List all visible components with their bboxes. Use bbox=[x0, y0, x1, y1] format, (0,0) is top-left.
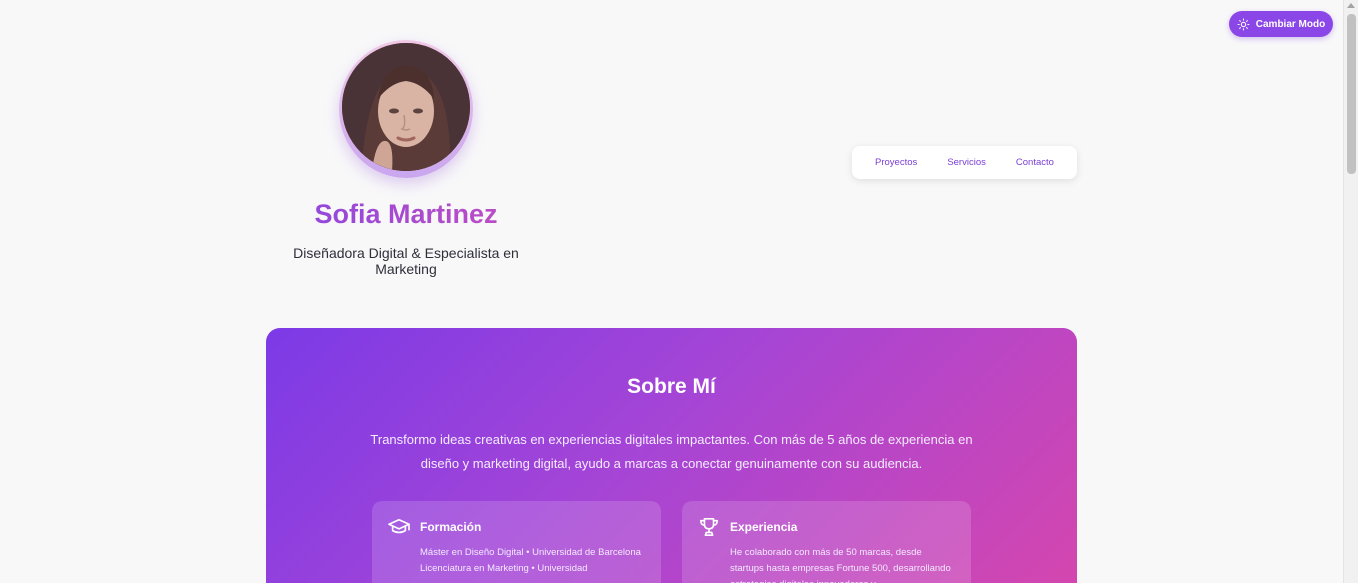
about-title: Sobre Mí bbox=[627, 375, 716, 398]
education-title: Formación bbox=[420, 520, 482, 534]
about-section: Sobre Mí Transformo ideas creativas en e… bbox=[266, 328, 1077, 583]
education-line: Máster en Diseño Digital • Universidad d… bbox=[420, 547, 641, 558]
main-nav: Proyectos Servicios Contacto bbox=[852, 146, 1077, 179]
nav-link-contacto[interactable]: Contacto bbox=[1016, 157, 1054, 168]
trophy-icon bbox=[700, 518, 719, 536]
about-intro: Transformo ideas creativas en experienci… bbox=[370, 432, 973, 471]
nav-link-servicios[interactable]: Servicios bbox=[947, 157, 986, 168]
vertical-scrollbar[interactable] bbox=[1343, 0, 1358, 583]
education-card: Formación Máster en Diseño Digital • Uni… bbox=[372, 501, 661, 583]
experience-card: Experiencia He colaborado con más de 50 … bbox=[682, 501, 971, 583]
profile-subtitle: Diseñadora Digital & Especialista en Mar… bbox=[293, 245, 519, 277]
education-line: Licenciatura en Marketing • Universidad bbox=[420, 563, 588, 574]
experience-line: He colaborado con más de 50 marcas, desd… bbox=[730, 547, 951, 583]
nav-link-proyectos[interactable]: Proyectos bbox=[875, 157, 917, 168]
graduation-cap-icon bbox=[388, 518, 410, 534]
toggle-mode-label: Cambiar Modo bbox=[1255, 18, 1326, 30]
avatar-photo bbox=[342, 43, 470, 171]
sun-icon bbox=[1237, 18, 1250, 30]
profile-name: Sofia Martinez bbox=[266, 199, 546, 230]
scroll-up-arrow-icon[interactable] bbox=[1347, 3, 1355, 8]
experience-title: Experiencia bbox=[730, 520, 798, 534]
scrollbar-thumb[interactable] bbox=[1347, 14, 1356, 174]
profile-avatar bbox=[339, 40, 473, 178]
toggle-mode-button[interactable]: Cambiar Modo bbox=[1229, 11, 1333, 37]
